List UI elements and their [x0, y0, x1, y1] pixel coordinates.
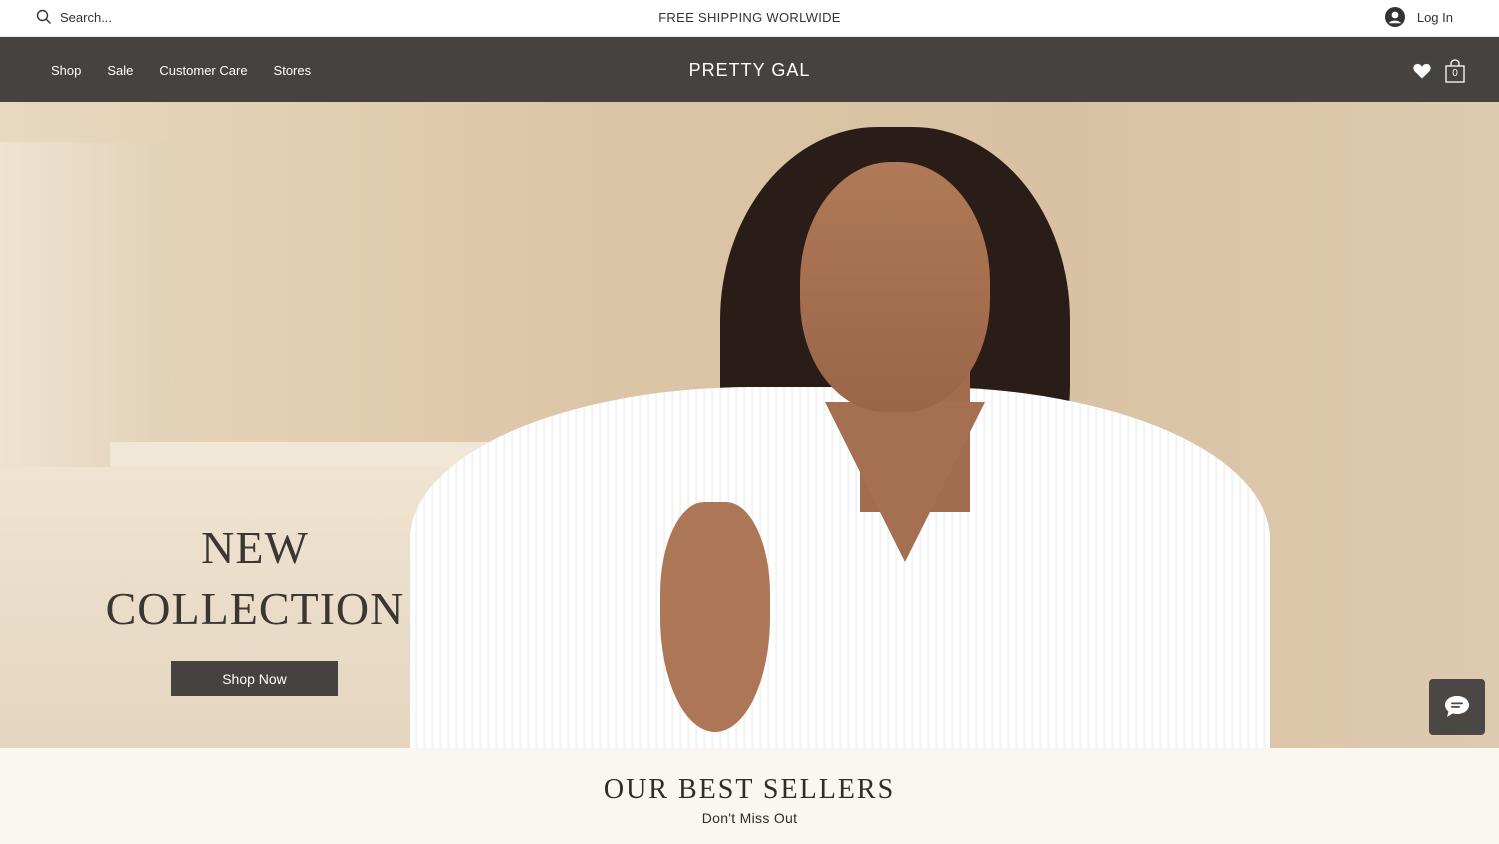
- cart-button[interactable]: 0: [1445, 59, 1465, 83]
- top-bar: FREE SHIPPING WORLWIDE Log In: [0, 0, 1499, 37]
- hero-heading-line2: COLLECTION: [105, 583, 405, 634]
- shop-now-button[interactable]: Shop Now: [171, 661, 338, 696]
- chat-icon: [1445, 696, 1469, 717]
- chat-button[interactable]: [1429, 679, 1485, 735]
- bestsellers-title: OUR BEST SELLERS: [603, 774, 896, 805]
- bestsellers-subtitle: Don't Miss Out: [701, 810, 798, 826]
- user-avatar-icon: [1384, 7, 1405, 27]
- hero-banner: NEW COLLECTION Shop Now: [0, 102, 1499, 748]
- hero-heading-line1: NEW: [201, 522, 309, 573]
- hero-model-shirt: [410, 387, 1270, 748]
- hero-heading: NEW COLLECTION: [100, 517, 410, 639]
- nav-icons: 0: [1413, 59, 1465, 83]
- hero-model-hand: [660, 502, 770, 732]
- cart-count: 0: [1452, 68, 1458, 79]
- main-nav: Shop Sale Customer Care Stores PRETTY GA…: [0, 37, 1499, 102]
- hero-model-face: [800, 162, 990, 412]
- bestsellers-section: OUR BEST SELLERS Don't Miss Out: [0, 748, 1499, 844]
- shipping-banner: FREE SHIPPING WORLWIDE: [658, 10, 841, 25]
- heart-icon[interactable]: [1413, 63, 1431, 79]
- brand-logo[interactable]: PRETTY GAL: [0, 60, 1499, 81]
- login-label: Log In: [1416, 9, 1453, 25]
- login-button[interactable]: Log In: [1384, 7, 1453, 27]
- hero-image-block: [0, 142, 170, 482]
